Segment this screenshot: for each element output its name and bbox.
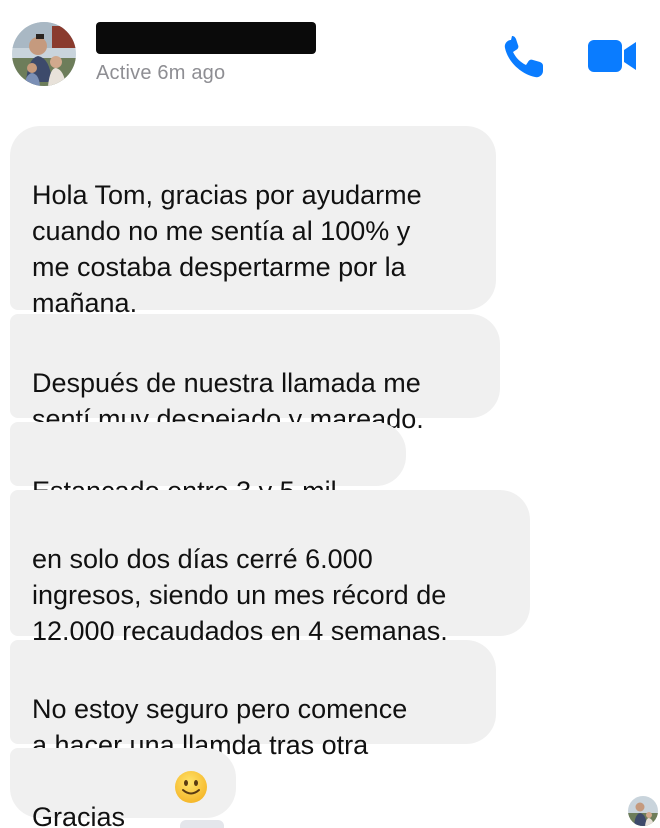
message-bubble[interactable]: en solo dos días cerré 6.000 ingresos, s… (10, 490, 530, 646)
message-bubble[interactable]: Estancado entre 3 y 5 mil. (10, 422, 406, 506)
message-bubble[interactable]: No estoy seguro pero comence a hacer una… (10, 640, 496, 760)
message-text: en solo dos días cerré 6.000 ingresos, s… (32, 544, 448, 646)
message-text: Hola Tom, gracias por ayudarme cuando no… (32, 180, 422, 318)
reaction-indicator[interactable] (178, 818, 226, 828)
message-bubble[interactable]: Después de nuestra llamada me sentí muy … (10, 314, 500, 434)
messenger-chat-screen: Active 6m ago Hola Tom, gracias por ayud… (0, 0, 660, 828)
message-bubble[interactable]: Hola Tom, gracias por ayudarme cuando no… (10, 126, 496, 318)
slightly-smiling-face-icon (175, 771, 207, 803)
message-bubble[interactable]: Gracias (10, 748, 236, 828)
message-thread: Hola Tom, gracias por ayudarme cuando no… (0, 0, 660, 828)
message-text: Gracias (32, 802, 126, 828)
seen-avatar (628, 796, 658, 826)
